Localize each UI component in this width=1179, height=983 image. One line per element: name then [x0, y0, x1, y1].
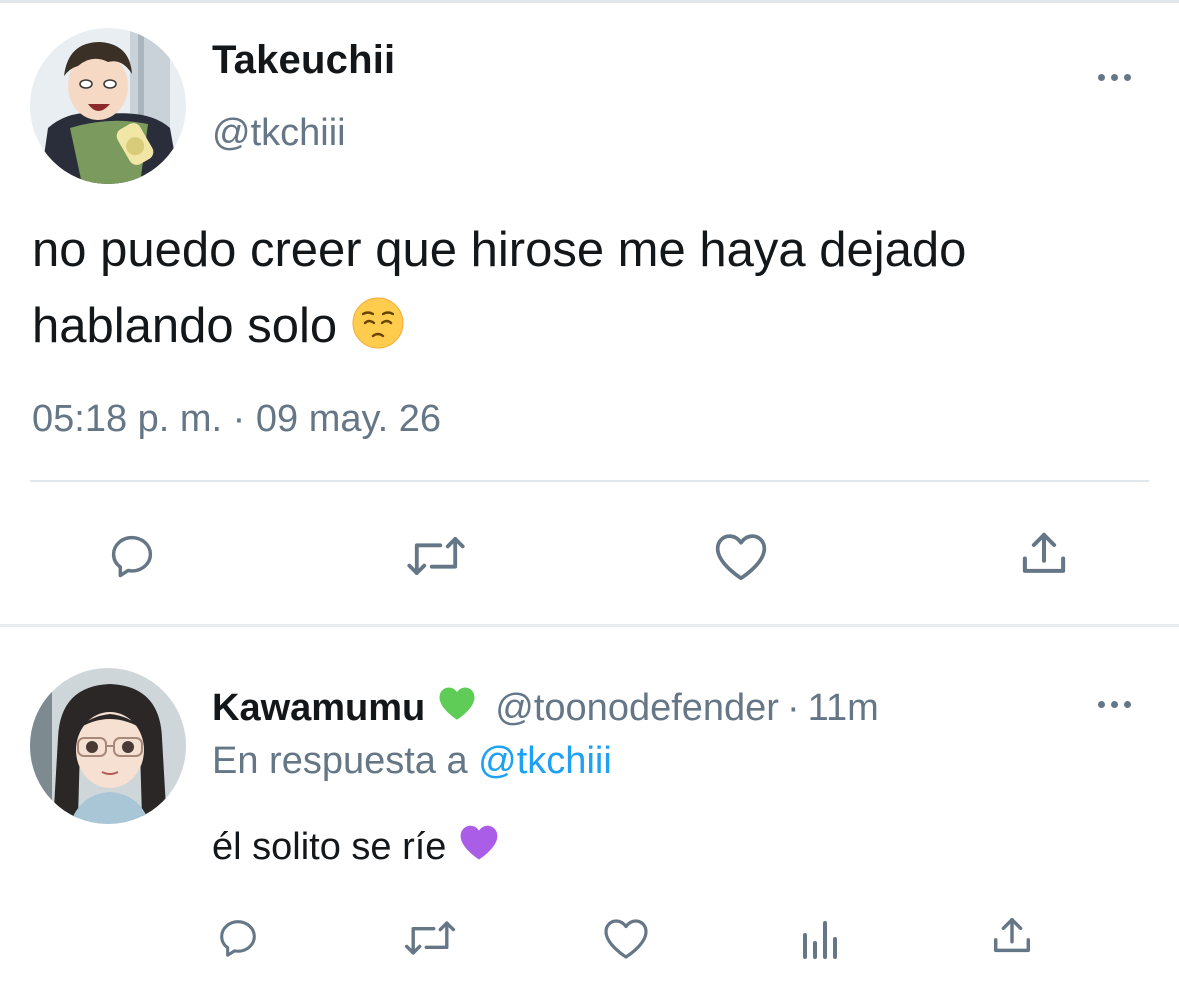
- green-heart-icon: [437, 684, 477, 732]
- like-button[interactable]: [602, 914, 650, 962]
- reply-text-content: él solito se ríe: [212, 825, 447, 868]
- retweet-icon: [407, 537, 465, 575]
- display-name[interactable]: Kawamumu: [212, 687, 425, 730]
- user-handle[interactable]: @toonodefender: [495, 687, 779, 730]
- more-options-button[interactable]: [1098, 701, 1131, 708]
- divider: [30, 480, 1149, 482]
- reply-header: Kawamumu @toonodefender · 11m: [212, 684, 879, 732]
- user-handle[interactable]: @tkchiii: [212, 112, 346, 155]
- more-dot: [1111, 701, 1118, 708]
- tweet-text: no puedo creer que hirose me haya dejado…: [32, 212, 1152, 372]
- more-options-button[interactable]: [1098, 74, 1131, 81]
- retweet-button[interactable]: [402, 914, 458, 962]
- avatar[interactable]: [30, 668, 186, 824]
- reply-icon: [220, 920, 256, 957]
- more-dot: [1124, 701, 1131, 708]
- reply-button[interactable]: [104, 528, 160, 584]
- top-divider: [0, 0, 1179, 5]
- avatar[interactable]: [30, 28, 186, 184]
- display-name[interactable]: Takeuchii: [212, 38, 395, 83]
- pensive-face-icon: [351, 296, 405, 372]
- mention-link[interactable]: @tkchiii: [478, 740, 612, 782]
- more-dot: [1124, 74, 1131, 81]
- purple-heart-icon: [458, 822, 500, 872]
- analytics-button[interactable]: [798, 916, 840, 962]
- reply-time[interactable]: 11m: [808, 687, 879, 730]
- section-divider: [0, 624, 1179, 627]
- like-icon: [604, 919, 648, 959]
- share-button[interactable]: [988, 912, 1036, 960]
- share-icon: [1022, 532, 1066, 573]
- like-button[interactable]: [712, 528, 770, 584]
- reply-context: En respuesta a @tkchiii: [212, 740, 612, 783]
- reply-prefix: En respuesta a: [212, 740, 468, 782]
- retweet-icon: [404, 921, 456, 955]
- share-icon: [993, 917, 1031, 953]
- analytics-icon: [803, 921, 837, 959]
- tweet-text-content: no puedo creer que hirose me haya dejado…: [32, 223, 967, 353]
- more-dot: [1098, 74, 1105, 81]
- share-button[interactable]: [1016, 526, 1072, 582]
- more-dot: [1111, 74, 1118, 81]
- more-dot: [1098, 701, 1105, 708]
- retweet-button[interactable]: [404, 528, 468, 584]
- tweet-timestamp[interactable]: 05:18 p. m. · 09 may. 26: [32, 398, 441, 441]
- reply-text: él solito se ríe: [212, 822, 500, 872]
- reply-icon: [111, 535, 153, 578]
- separator: ·: [786, 686, 800, 729]
- like-icon: [715, 534, 767, 581]
- reply-button[interactable]: [214, 914, 262, 962]
